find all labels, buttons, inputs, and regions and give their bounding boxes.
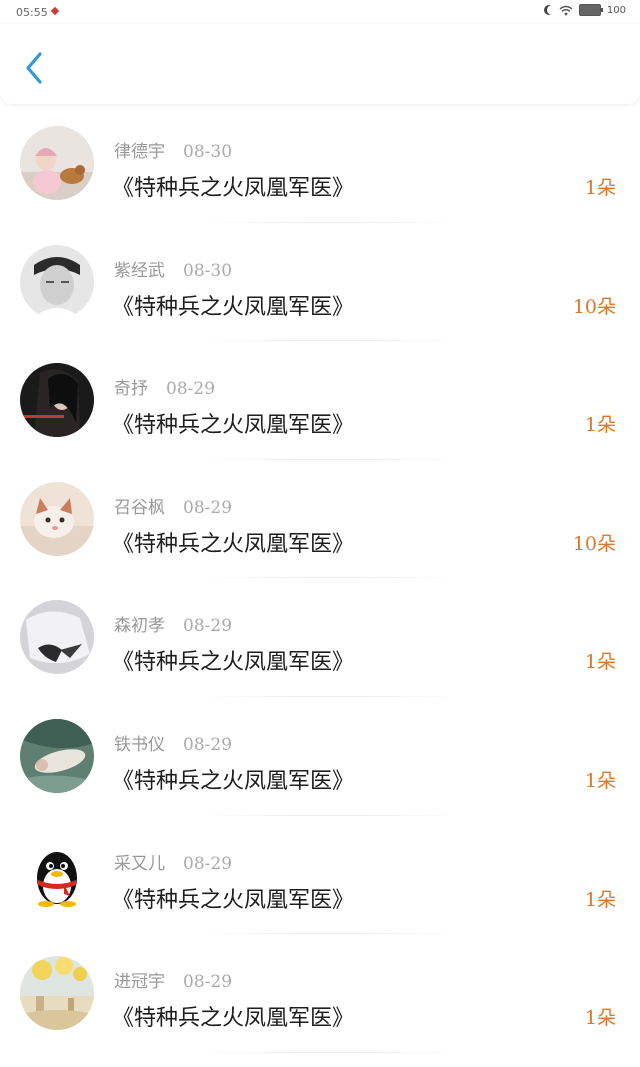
- book-title: 《特种兵之火凤凰军医》: [112, 768, 355, 794]
- moon-icon: [547, 5, 557, 15]
- gift-amount: 1朵: [584, 1007, 616, 1030]
- record-meta: 紫经武 08-30: [114, 256, 232, 281]
- book-title: 《特种兵之火凤凰军医》: [112, 887, 355, 913]
- gift-amount: 1朵: [584, 769, 616, 792]
- gift-amount: 1朵: [584, 177, 616, 199]
- avatar: [20, 956, 94, 1031]
- record-date: 08-29: [183, 616, 233, 637]
- book-title: 《特种兵之火凤凰军医》: [112, 650, 355, 676]
- book-title: 《特种兵之火凤凰军医》: [112, 294, 355, 320]
- avatar: [20, 126, 94, 200]
- chevron-left-icon: [26, 52, 42, 84]
- avatar: [20, 481, 94, 556]
- record-date: 08-29: [183, 497, 233, 518]
- gift-amount: 1朵: [584, 651, 616, 674]
- penguin-icon: [20, 837, 94, 912]
- avatar: [20, 600, 94, 675]
- record-date: 08-30: [183, 260, 233, 281]
- record-meta: 律德宇 08-30: [114, 137, 232, 162]
- record-meta: 采又儿 08-29: [114, 849, 232, 874]
- gift-amount: 10朵: [572, 295, 616, 318]
- book-title: 《特种兵之火凤凰军医》: [112, 413, 355, 439]
- list-item[interactable]: 律德宇 08-30 《特种兵之火凤凰军医》 1朵: [0, 104, 640, 223]
- user-name: 进冠宇: [114, 972, 165, 993]
- list-item[interactable]: 采又儿 08-29 《特种兵之火凤凰军医》 1朵: [0, 816, 640, 935]
- record-meta: 进冠宇 08-29: [114, 967, 232, 992]
- user-name: 奇抒: [114, 379, 148, 400]
- list-item[interactable]: 森初孝 08-29 《特种兵之火凤凰军医》 1朵: [0, 578, 640, 697]
- list-item[interactable]: 奇抒 08-29 《特种兵之火凤凰军医》 1朵: [0, 341, 640, 460]
- avatar: [20, 363, 94, 438]
- user-name: 召谷枫: [114, 497, 165, 518]
- user-name: 紫经武: [114, 260, 165, 281]
- book-title: 《特种兵之火凤凰军医》: [112, 1006, 355, 1032]
- book-title: 《特种兵之火凤凰军医》: [112, 531, 355, 557]
- notification-dot-icon: [50, 6, 60, 16]
- user-name: 森初孝: [114, 616, 165, 637]
- status-time: 05:55: [16, 6, 48, 19]
- avatar: [20, 718, 94, 793]
- record-date: 08-29: [183, 972, 233, 993]
- gift-amount: 1朵: [584, 888, 616, 911]
- record-meta: 森初孝 08-29: [114, 611, 232, 636]
- status-bar: 05:55 100: [0, 0, 640, 24]
- battery-icon: [578, 4, 603, 16]
- user-name: 铁书仪: [114, 734, 165, 755]
- gift-amount: 1朵: [584, 414, 616, 437]
- wifi-icon: [559, 5, 573, 16]
- record-date: 08-29: [166, 379, 216, 400]
- record-date: 08-29: [183, 853, 233, 874]
- book-title: 《特种兵之火凤凰军医》: [112, 176, 355, 201]
- list-item[interactable]: 紫经武 08-30 《特种兵之火凤凰军医》 10朵: [0, 223, 640, 342]
- gift-record-list: 律德宇 08-30 《特种兵之火凤凰军医》 1朵 紫经武 08-30 《特种兵之火凤…: [0, 104, 640, 1053]
- record-meta: 奇抒 08-29: [114, 374, 215, 399]
- record-meta: 铁书仪 08-29: [114, 730, 232, 755]
- user-name: 律德宇: [114, 142, 165, 162]
- header-bar: [0, 24, 640, 104]
- record-date: 08-30: [183, 142, 233, 162]
- list-item[interactable]: 进冠宇 08-29 《特种兵之火凤凰军医》 1朵: [0, 934, 640, 1053]
- list-item[interactable]: 召谷枫 08-29 《特种兵之火凤凰军医》 10朵: [0, 460, 640, 579]
- battery-level: 100: [606, 4, 626, 16]
- gift-amount: 10朵: [572, 532, 616, 555]
- record-meta: 召谷枫 08-29: [114, 493, 232, 518]
- list-item[interactable]: 铁书仪 08-29 《特种兵之火凤凰军医》 1朵: [0, 697, 640, 816]
- status-icons: 100: [543, 4, 626, 16]
- record-date: 08-29: [183, 734, 233, 755]
- back-button[interactable]: [18, 48, 52, 88]
- avatar: [20, 244, 94, 319]
- user-name: 采又儿: [114, 853, 165, 874]
- divider: [200, 1051, 460, 1053]
